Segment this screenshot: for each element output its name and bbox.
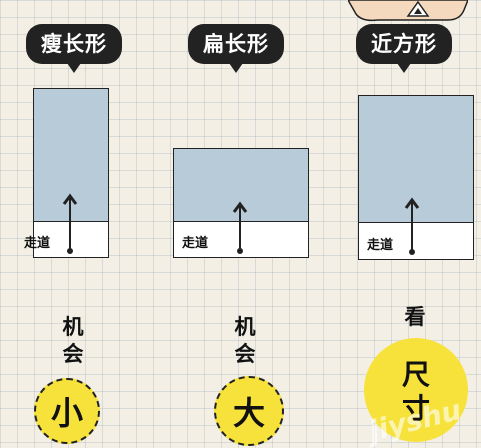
size-circle-2: 大: [214, 376, 284, 446]
size-circle-text-1: 小: [50, 394, 83, 432]
character-corner-icon: [347, 0, 469, 22]
entry-arrow-icon-3: [404, 197, 420, 255]
shape-title-bubble-2: 扁长形: [188, 24, 284, 73]
shape-title-bubble-1: 瘦长形: [26, 24, 122, 73]
size-circle-1: 小: [34, 378, 100, 444]
shape-title-1: 瘦长形: [41, 32, 107, 56]
character-corner-illustration: [347, 0, 469, 22]
chance-label-1: 机 会: [62, 315, 84, 366]
shape-title-3: 近方形: [371, 32, 437, 56]
aisle-label-3: 走道: [367, 238, 394, 253]
aisle-label-2: 走道: [182, 236, 209, 251]
chance-label-2: 机 会: [234, 315, 256, 366]
shape-title-bubble-3: 近方形: [356, 24, 452, 73]
size-circle-text-2: 大: [232, 394, 265, 432]
look-label-3: 看: [404, 305, 426, 329]
aisle-label-1: 走道: [24, 236, 51, 251]
entry-arrow-icon-2: [232, 201, 248, 254]
entry-arrow-icon-1: [62, 193, 78, 254]
shape-title-2: 扁长形: [203, 32, 269, 56]
